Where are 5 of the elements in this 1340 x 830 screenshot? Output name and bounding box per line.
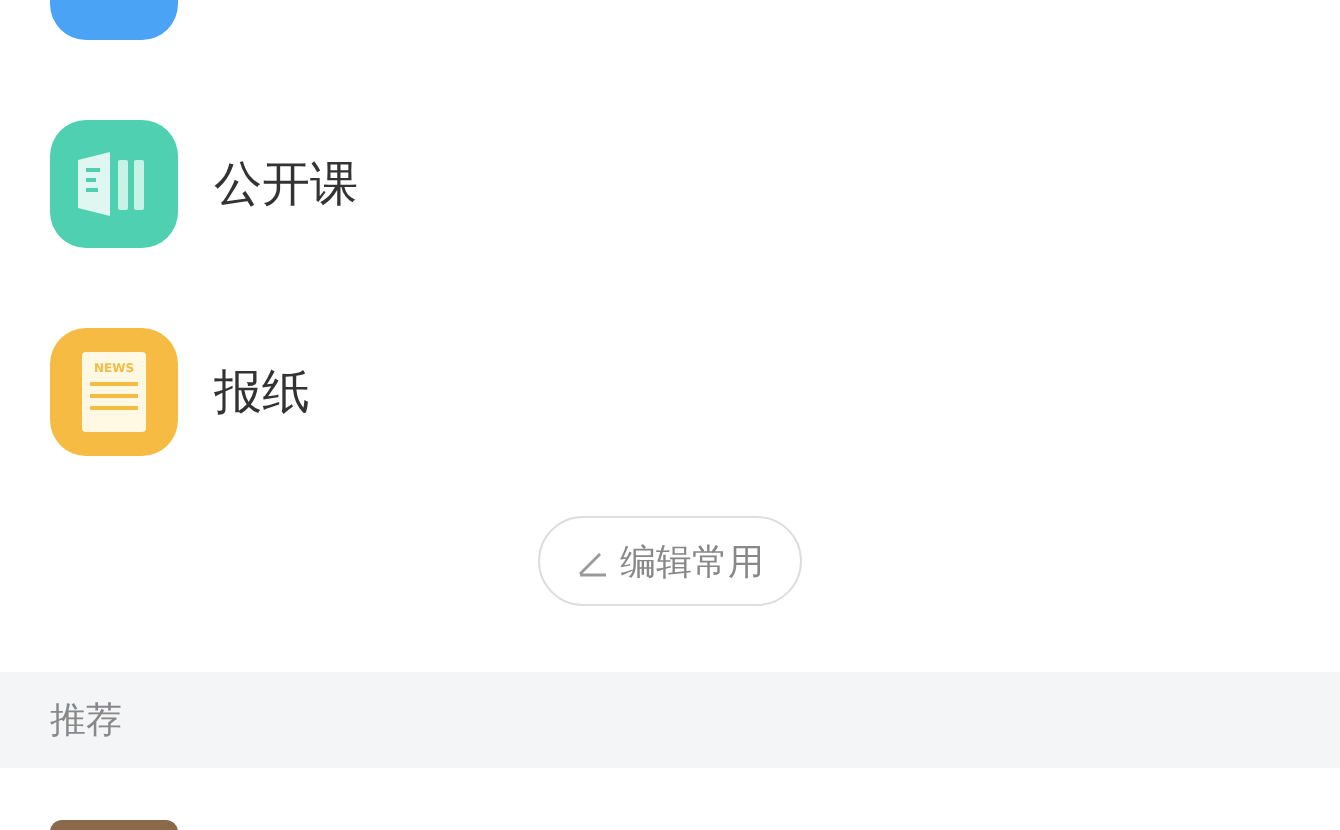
section-title: 推荐 bbox=[50, 698, 122, 744]
menu-label[interactable]: 报纸 bbox=[214, 360, 310, 424]
course-icon[interactable] bbox=[50, 120, 178, 248]
menu-label[interactable]: 公开课 bbox=[214, 152, 358, 216]
edit-button[interactable]: 编辑常用 bbox=[538, 516, 802, 606]
